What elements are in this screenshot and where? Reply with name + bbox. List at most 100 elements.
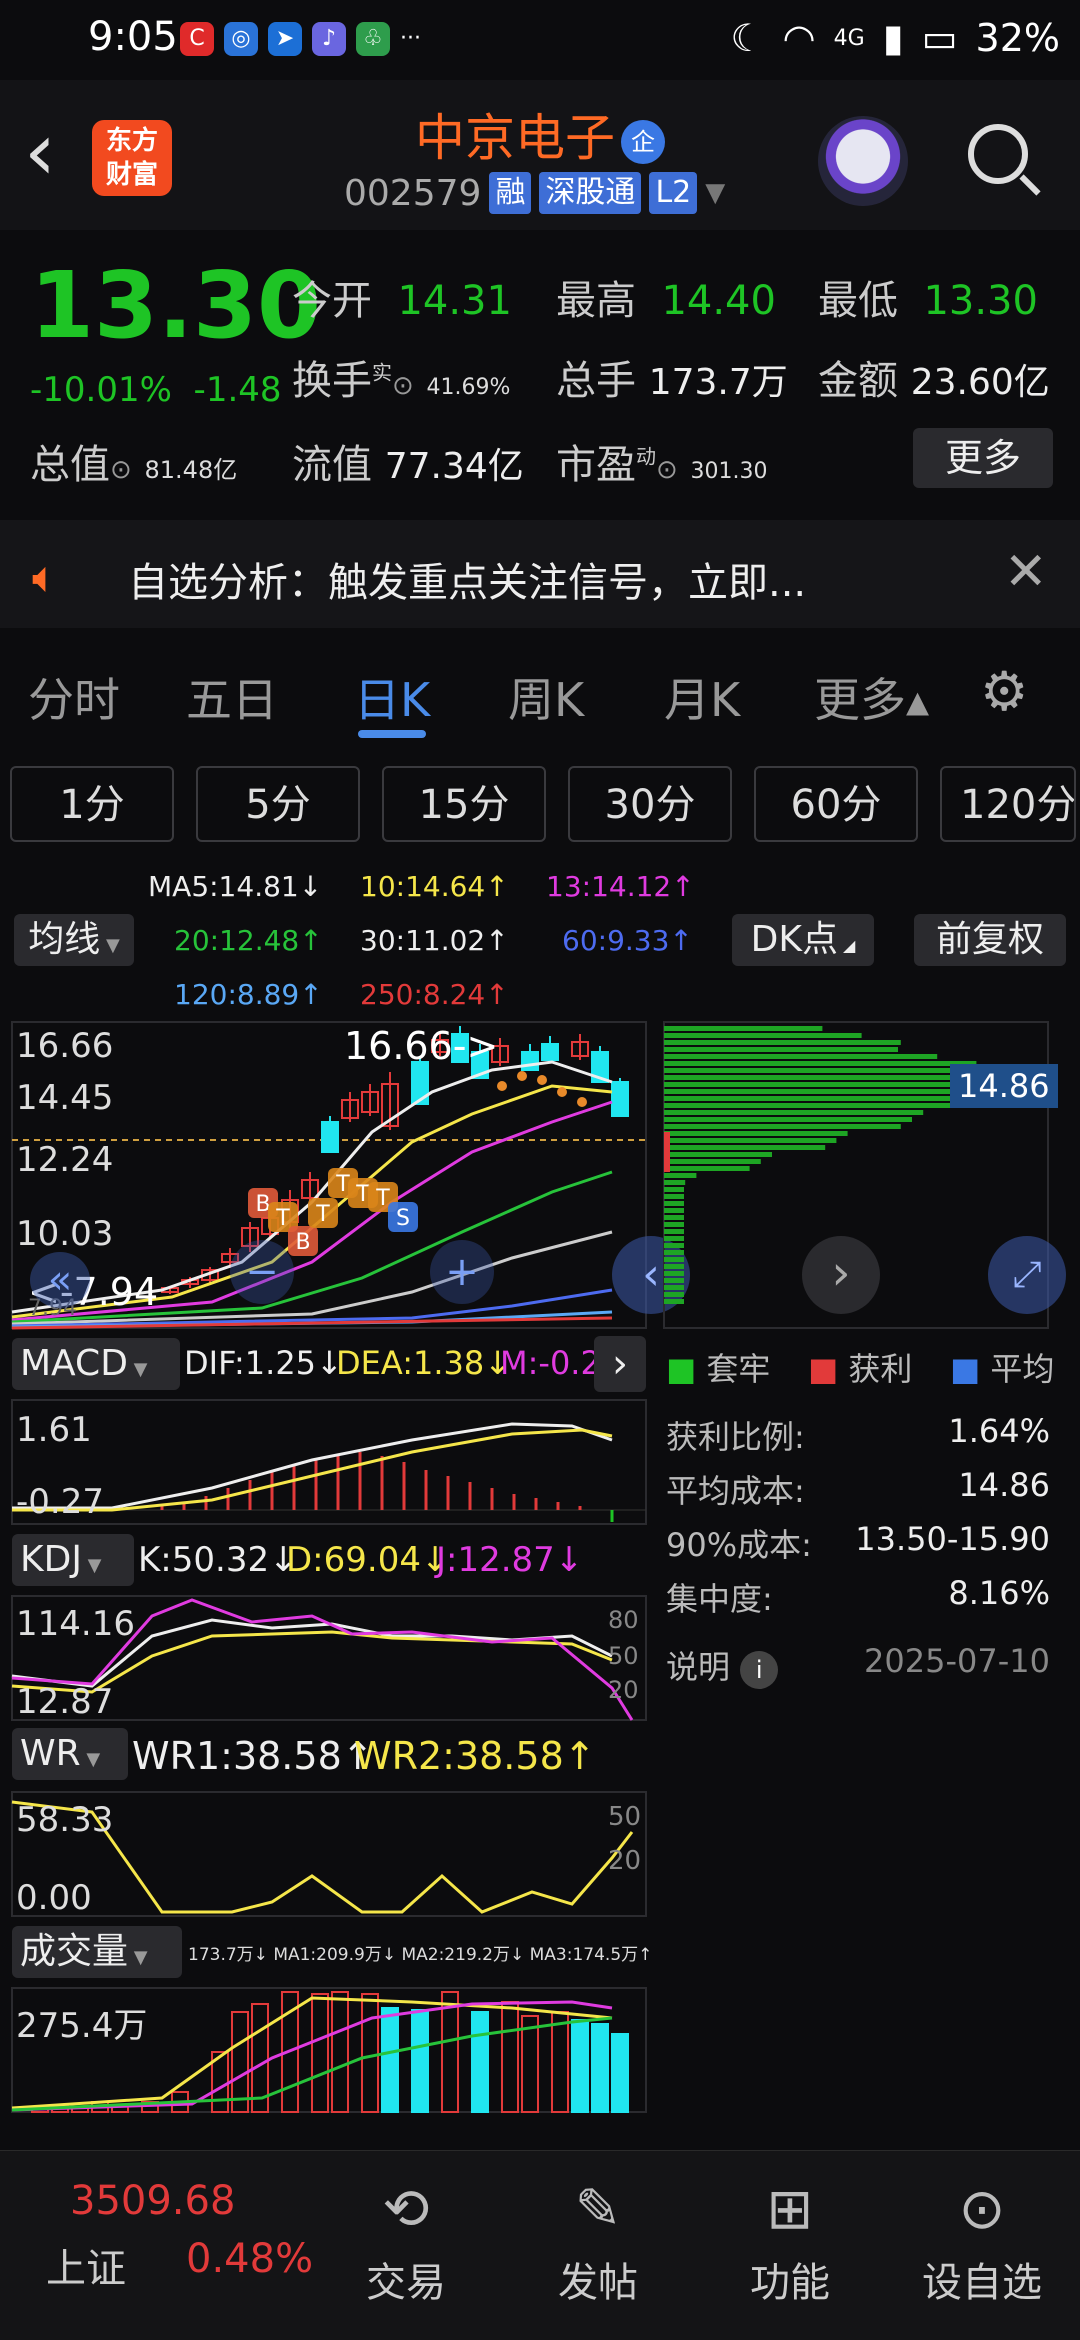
chip-bar [664, 1257, 684, 1262]
period-15min[interactable]: 15分 [382, 766, 546, 842]
battery-percent: 32% [975, 16, 1060, 60]
legend-trapped-label: 套牢 [706, 1350, 771, 1388]
tab-monthly-k[interactable]: 月K [664, 664, 740, 730]
dropdown-icon: ▼ [705, 178, 726, 208]
volume-bar [331, 1991, 349, 2113]
nav-post[interactable]: ✎ 发帖 [528, 2170, 668, 2308]
chip-bar [664, 1271, 684, 1276]
notification-icons: C ◎ ➤ ♪ ♧ ··· [180, 22, 421, 56]
tab-five-day[interactable]: 五日 [186, 664, 278, 730]
stock-name: 中京电子 [415, 109, 615, 167]
ma120-value: 120:8.89↑ [174, 978, 323, 1011]
chip-bar [664, 1068, 974, 1073]
wr-axis-bottom: 0.00 [16, 1878, 92, 1918]
period-120min[interactable]: 120分 [940, 766, 1076, 842]
ma-selector[interactable]: 均线 ▼ [14, 914, 134, 966]
gear-icon[interactable]: ⚙ [980, 660, 1028, 723]
ma-selector-label: 均线 [28, 919, 101, 960]
open-label: 今开 [292, 278, 372, 324]
search-icon[interactable] [968, 124, 1028, 184]
stat-90-cost-value: 13.50-15.90 [855, 1520, 1050, 1558]
volume-row: 总手 173.7万 [556, 348, 788, 406]
period-1min[interactable]: 1分 [10, 766, 174, 842]
stat-concentration-value: 8.16% [948, 1574, 1050, 1612]
adjust-button[interactable]: 前复权 [914, 914, 1066, 966]
nav-trade-label: 交易 [366, 2260, 446, 2306]
chip-bar [664, 1187, 684, 1192]
scroll-left-button[interactable]: « [30, 1252, 90, 1308]
chip-bar [664, 1285, 684, 1290]
wr-selector[interactable]: WR ▼ [12, 1728, 128, 1780]
volume-selector[interactable]: 成交量 ▼ [12, 1926, 182, 1978]
wr-ref-50: 50 [608, 1802, 642, 1832]
macd-axis-top: 1.61 [16, 1410, 92, 1450]
nav-functions[interactable]: ⊞ 功能 [720, 2170, 860, 2308]
index-price[interactable]: 3509.68 [70, 2178, 235, 2224]
zoom-in-button[interactable]: + [430, 1240, 494, 1304]
assistant-avatar[interactable] [818, 116, 908, 206]
notice-bar[interactable]: 🔈︎ 自选分析：触发重点关注信号，立即... ✕ [0, 520, 1080, 628]
candle-body [611, 1081, 629, 1117]
trade-marker-label: B [295, 1230, 310, 1255]
macd-selector[interactable]: MACD ▼ [12, 1338, 180, 1390]
chip-bar [664, 1047, 898, 1052]
wr2-value: WR2:38.58↑ [354, 1734, 596, 1778]
price-axis-3: 12.24 [16, 1140, 114, 1180]
chip-bar [664, 1117, 912, 1122]
macd-dif: DIF:1.25↓ [184, 1344, 343, 1382]
period-30min[interactable]: 30分 [568, 766, 732, 842]
stock-title[interactable]: 中京电子企 [0, 98, 1080, 170]
indicator-expand-button[interactable]: › [594, 1336, 646, 1392]
price-axis-2: 14.45 [16, 1078, 114, 1118]
chip-bar [664, 1236, 684, 1241]
next-button[interactable]: › [802, 1236, 880, 1314]
volume-name: 成交量 [20, 1931, 129, 1972]
mktcap-label: 总值 [30, 442, 110, 488]
period-5min[interactable]: 5分 [196, 766, 360, 842]
nav-add-watchlist[interactable]: ⊙ 设自选 [912, 2170, 1052, 2308]
tag-connect: 深股通 [539, 172, 642, 214]
chart-frame [11, 1399, 647, 1525]
nav-trade[interactable]: ⟲ 交易 [336, 2170, 476, 2308]
change-amount: -1.48 [193, 370, 282, 410]
index-name[interactable]: 上证 [46, 2236, 126, 2294]
chip-bar [664, 1166, 750, 1171]
tab-weekly-k[interactable]: 周K [508, 664, 584, 730]
edit-icon: ✎ [574, 2177, 622, 2242]
stat-profit-ratio-label: 获利比例: [666, 1418, 805, 1456]
zoom-out-button[interactable]: − [230, 1240, 294, 1304]
volume-bar [231, 2011, 249, 2113]
index-change[interactable]: 0.48% [186, 2236, 313, 2282]
info-icon[interactable]: ⊙ [392, 371, 414, 401]
volume-bar [571, 2019, 589, 2113]
tab-more[interactable]: 更多▴ [814, 664, 929, 730]
trade-marker-label: S [396, 1206, 410, 1231]
arrow-app-icon: ➤ [268, 22, 302, 56]
kdj-d: D:69.04↓ [286, 1540, 450, 1580]
chip-bar [664, 1250, 684, 1255]
explain-link[interactable]: 说明 i [666, 1642, 779, 1689]
ma5-value: MA5:14.81↓ [148, 870, 323, 903]
dk-point-button[interactable]: DK点 ◢ [732, 914, 874, 966]
legend-average-label: 平均 [990, 1350, 1055, 1388]
more-quote-button[interactable]: 更多 [913, 428, 1053, 488]
app-c-icon: C [180, 22, 214, 56]
stock-code-line[interactable]: 002579 融 深股通 L2 ▼ [344, 172, 725, 214]
tab-daily-k[interactable]: 日K [354, 664, 430, 730]
ma30-value: 30:11.02↑ [360, 924, 509, 957]
tab-intraday[interactable]: 分时 [28, 664, 120, 730]
chip-bar [664, 1033, 862, 1038]
low-value: 13.30 [923, 278, 1038, 324]
close-icon[interactable]: ✕ [1004, 542, 1048, 602]
leaf-icon: ♧ [356, 22, 390, 56]
amount-row: 金额 23.60亿 [818, 348, 1050, 406]
info-icon[interactable]: ⊙ [656, 455, 678, 485]
info-icon[interactable]: ⊙ [110, 455, 132, 485]
expand-icon[interactable]: ⤢ [988, 1236, 1066, 1314]
chip-bar [664, 1173, 697, 1178]
high-row: 最高 14.40 [556, 268, 776, 326]
period-60min[interactable]: 60分 [754, 766, 918, 842]
trade-icon: ⟲ [382, 2177, 430, 2242]
kdj-selector[interactable]: KDJ ▼ [12, 1534, 134, 1586]
turnover-value: 41.69% [426, 375, 511, 400]
